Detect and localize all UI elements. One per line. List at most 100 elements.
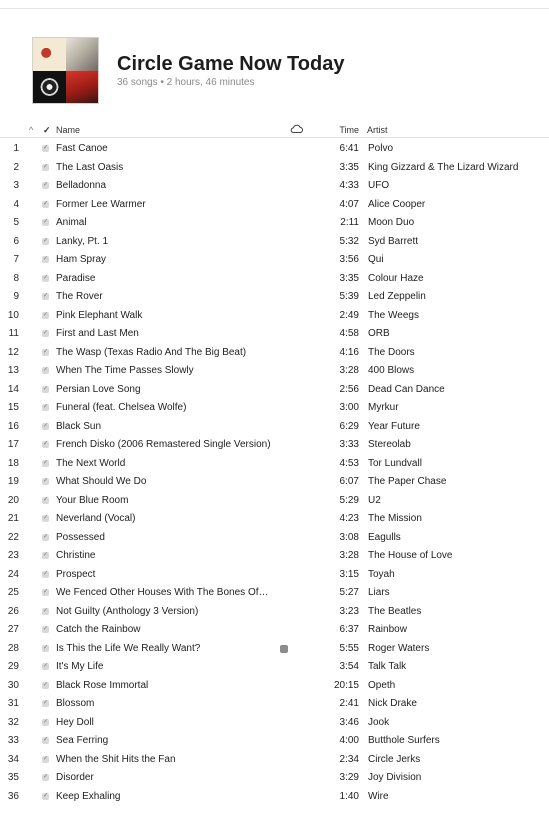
track-row[interactable]: 12 ✓ The Wasp (Texas Radio And The Big Bea… [0,344,549,363]
track-name: Disorder [56,772,94,783]
track-number: 18 [7,457,19,469]
track-row[interactable]: 35 ✓ Disorder 3:29 Joy Division [0,769,549,788]
checkbox-checked-icon[interactable]: ✓ [42,774,49,781]
checkbox-checked-icon[interactable]: ✓ [42,478,49,485]
track-row[interactable]: 20 ✓ Your Blue Room 5:29 U2 [0,492,549,511]
track-time: 2:49 [339,309,359,321]
checkbox-checked-icon[interactable]: ✓ [42,163,49,171]
track-artist: U2 [368,494,381,506]
track-row[interactable]: 24 ✓ Prospect 3:15 Toyah [0,566,549,585]
checkbox-checked-icon[interactable]: ✓ [42,718,49,726]
track-row[interactable]: 19 ✓ What Should We Do 6:07 The Paper Chase [0,473,549,492]
track-row[interactable]: 21 ✓ Neverland (Vocal) 4:23 The Mission [0,510,549,529]
checkbox-checked-icon[interactable]: ✓ [42,755,49,763]
checkbox-checked-icon[interactable]: ✓ [42,533,49,541]
track-number: 16 [7,420,19,432]
track-artist: Rainbow [368,624,407,635]
track-name: Black Sun [56,420,102,432]
track-row[interactable]: 11 ✓ First and Last Men 4:58 ORB [0,325,549,344]
checkbox-checked-icon[interactable]: ✓ [42,515,49,522]
checkbox-checked-icon[interactable]: ✓ [42,274,49,282]
album-art-1 [33,38,66,71]
track-row[interactable]: 26 ✓ Not Guilty (Anthology 3 Version) 3:23 T… [0,603,549,622]
checkbox-checked-icon[interactable]: ✓ [42,570,49,578]
track-row[interactable]: 4 ✓ Former Lee Warmer 4:07 Alice Cooper [0,196,549,215]
track-row[interactable]: 13 ✓ When The Time Passes Slowly 3:28 400 Bl… [0,362,549,381]
track-row[interactable]: 33 ✓ Sea Ferring 4:00 Butthole Surfers [0,732,549,751]
checkbox-checked-icon[interactable]: ✓ [42,552,49,559]
checkbox-checked-icon[interactable]: ✓ [42,496,49,504]
checkbox-checked-icon[interactable]: ✓ [42,737,49,744]
track-row[interactable]: 9 ✓ The Rover 5:39 Led Zeppelin [0,288,549,307]
track-row[interactable]: 15 ✓ Funeral (feat. Chelsea Wolfe) 3:00 Myrk… [0,399,549,418]
column-header-check[interactable]: ✓ [43,125,51,136]
track-row[interactable]: 2 ✓ The Last Oasis 3:35 King Gizzard & The L… [0,159,549,178]
track-row[interactable]: 34 ✓ When the Shit Hits the Fan 2:34 Circle … [0,751,549,770]
track-artist: Year Future [368,420,420,432]
track-row[interactable]: 31 ✓ Blossom 2:41 Nick Drake [0,695,549,714]
checkbox-checked-icon[interactable]: ✓ [42,200,49,208]
checkbox-checked-icon[interactable]: ✓ [42,293,49,300]
column-header-name[interactable]: Name [56,125,80,135]
track-row[interactable]: 7 ✓ Ham Spray 3:56 Qui [0,251,549,270]
checkbox-checked-icon[interactable]: ✓ [42,459,49,467]
checkbox-checked-icon[interactable]: ✓ [42,441,49,448]
track-number: 24 [7,568,19,580]
track-number: 14 [7,383,19,395]
checkbox-checked-icon[interactable]: ✓ [42,237,49,245]
track-row[interactable]: 18 ✓ The Next World 4:53 Tor Lundvall [0,455,549,474]
track-artist: Wire [368,790,389,802]
checkbox-checked-icon[interactable]: ✓ [42,330,49,337]
cloud-icon[interactable] [290,123,304,136]
column-header-time[interactable]: Time [331,125,359,135]
checkbox-checked-icon[interactable]: ✓ [42,311,49,319]
checkbox-checked-icon[interactable]: ✓ [42,145,49,152]
track-time: 3:54 [339,661,359,672]
playlist-artwork[interactable] [32,37,99,104]
checkbox-checked-icon[interactable]: ✓ [42,792,49,800]
checkbox-checked-icon[interactable]: ✓ [42,589,49,596]
track-row[interactable]: 30 ✓ Black Rose Immortal 20:15 Opeth [0,677,549,696]
checkbox-checked-icon[interactable]: ✓ [42,404,49,411]
checkbox-checked-icon[interactable]: ✓ [42,219,49,226]
checkbox-checked-icon[interactable]: ✓ [42,182,49,189]
checkbox-checked-icon[interactable]: ✓ [42,663,49,670]
track-number: 3 [13,180,19,191]
track-row[interactable]: 17 ✓ French Disko (2006 Remastered Single … [0,436,549,455]
track-row[interactable]: 23 ✓ Christine 3:28 The House of Love [0,547,549,566]
track-row[interactable]: 8 ✓ Paradise 3:35 Colour Haze [0,270,549,289]
track-row[interactable]: 22 ✓ Possessed 3:08 Eagulls [0,529,549,548]
track-row[interactable]: 16 ✓ Black Sun 6:29 Year Future [0,418,549,437]
checkbox-checked-icon[interactable]: ✓ [42,422,49,430]
track-name: Former Lee Warmer [56,198,146,210]
track-row[interactable]: 25 ✓ We Fenced Other Houses With The Bones… [0,584,549,603]
checkbox-checked-icon[interactable]: ✓ [42,348,49,356]
checkbox-checked-icon[interactable]: ✓ [42,626,49,633]
checkbox-checked-icon[interactable]: ✓ [42,367,49,374]
track-row[interactable]: 28 ✓ Is This the Life We Really Want? 5:55 R… [0,640,549,659]
playlist-header: Circle Game Now Today 36 songs • 2 hours… [0,36,549,108]
checkbox-checked-icon[interactable]: ✓ [42,256,49,263]
checkbox-checked-icon[interactable]: ✓ [42,607,49,615]
column-header-artist[interactable]: Artist [367,125,388,135]
track-row[interactable]: 3 ✓ Belladonna 4:33 UFO [0,177,549,196]
track-number: 6 [13,235,19,247]
checkbox-checked-icon[interactable]: ✓ [42,681,49,689]
checkbox-checked-icon[interactable]: ✓ [42,385,49,393]
track-row[interactable]: 29 ✓ It's My Life 3:54 Talk Talk [0,658,549,677]
track-row[interactable]: 27 ✓ Catch the Rainbow 6:37 Rainbow [0,621,549,640]
track-time: 20:15 [333,679,359,691]
track-row[interactable]: 32 ✓ Hey Doll 3:46 Jook [0,714,549,733]
track-row[interactable]: 1 ✓ Fast Canoe 6:41 Polvo [0,140,549,159]
sort-indicator-icon[interactable]: ^ [29,125,33,135]
track-artist: Talk Talk [368,661,407,672]
track-time: 5:39 [339,291,359,302]
checkbox-checked-icon[interactable]: ✓ [42,644,49,652]
track-row[interactable]: 5 ✓ Animal 2:11 Moon Duo [0,214,549,233]
track-row[interactable]: 10 ✓ Pink Elephant Walk 2:49 The Weegs [0,307,549,326]
track-name: Neverland (Vocal) [56,513,136,524]
checkbox-checked-icon[interactable]: ✓ [42,700,49,707]
track-row[interactable]: 36 ✓ Keep Exhaling 1:40 Wire [0,788,549,807]
track-row[interactable]: 6 ✓ Lanky, Pt. 1 5:32 Syd Barrett [0,233,549,252]
track-row[interactable]: 14 ✓ Persian Love Song 2:56 Dead Can Dance [0,381,549,400]
